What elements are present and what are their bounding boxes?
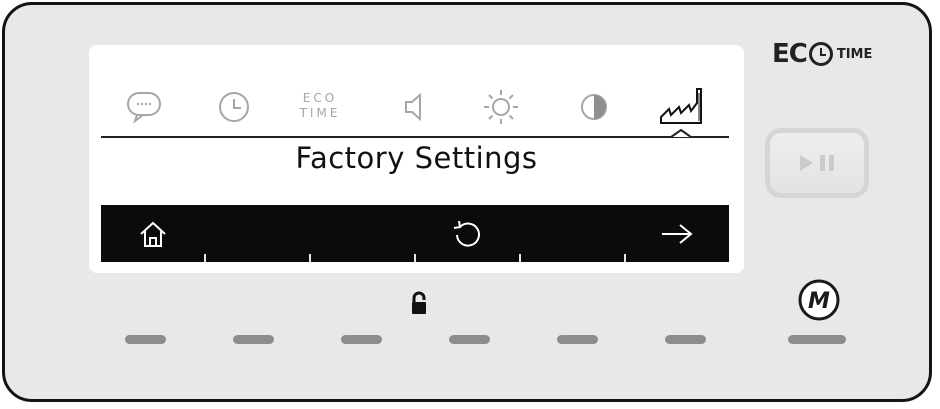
- control-panel: ECO TIME Factory Settings EC TIME M: [2, 2, 932, 402]
- function-tick: [519, 254, 521, 262]
- selection-caret-icon: [671, 128, 691, 138]
- clock-icon[interactable]: [217, 87, 251, 127]
- arrow-right-icon: [661, 223, 693, 244]
- lock-icon: [412, 291, 426, 314]
- mode-m-label: M: [808, 289, 830, 314]
- display-screen: ECO TIME Factory Settings: [89, 45, 744, 273]
- speaker-icon[interactable]: [401, 87, 431, 127]
- brand-eco-text: EC: [772, 39, 808, 69]
- led-indicator-5: [557, 335, 598, 344]
- led-indicator-1: [125, 335, 166, 344]
- factory-icon[interactable]: [657, 87, 705, 127]
- reset-button[interactable]: [414, 205, 519, 262]
- eco-time-icon[interactable]: ECO TIME: [295, 91, 345, 121]
- eco-time-line1: ECO: [302, 91, 338, 105]
- play-pause-button[interactable]: [765, 128, 869, 198]
- contrast-icon[interactable]: [577, 87, 611, 127]
- home-button[interactable]: [101, 205, 205, 262]
- eco-time-line2: TIME: [299, 106, 341, 120]
- function-bar: [101, 205, 729, 262]
- menu-divider: [101, 136, 729, 138]
- function-tick: [309, 254, 311, 262]
- led-indicator-4: [449, 335, 490, 344]
- mode-m-button[interactable]: M: [797, 278, 841, 322]
- reset-icon: [453, 220, 480, 247]
- page-title: Factory Settings: [295, 141, 538, 175]
- chat-bubble-icon[interactable]: [125, 87, 165, 127]
- play-pause-icon: [800, 155, 834, 171]
- home-icon: [140, 221, 166, 247]
- brand-time-text: TIME: [836, 46, 873, 62]
- eco-time-logo: EC TIME: [772, 39, 872, 69]
- led-indicator-6: [665, 335, 706, 344]
- led-indicator-3: [341, 335, 382, 344]
- led-indicator-7: [788, 335, 846, 344]
- next-button[interactable]: [624, 205, 729, 262]
- led-indicator-2: [233, 335, 274, 344]
- brightness-icon[interactable]: [481, 87, 521, 127]
- clock-o-icon: [808, 42, 833, 66]
